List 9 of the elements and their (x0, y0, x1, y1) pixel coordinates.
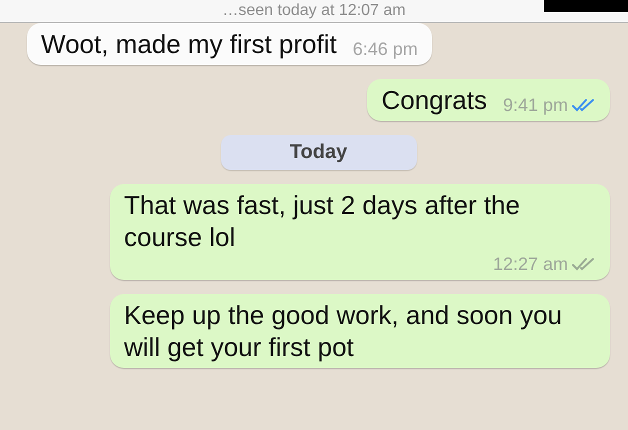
message-text: Congrats (381, 84, 487, 116)
message-text: Woot, made my first profit (41, 28, 337, 60)
message-text: That was fast, just 2 days after the course lol (124, 189, 521, 253)
message-time: 12:27 am (492, 253, 568, 275)
message-time: 6:46 pm (352, 38, 418, 60)
message-text: Keep up the good work, and soon you will get your first pot (124, 299, 563, 363)
last-seen-status: …seen today at 12:07 am (222, 1, 406, 21)
message-time: 9:41 pm (502, 94, 568, 116)
date-divider: Today (220, 135, 416, 170)
